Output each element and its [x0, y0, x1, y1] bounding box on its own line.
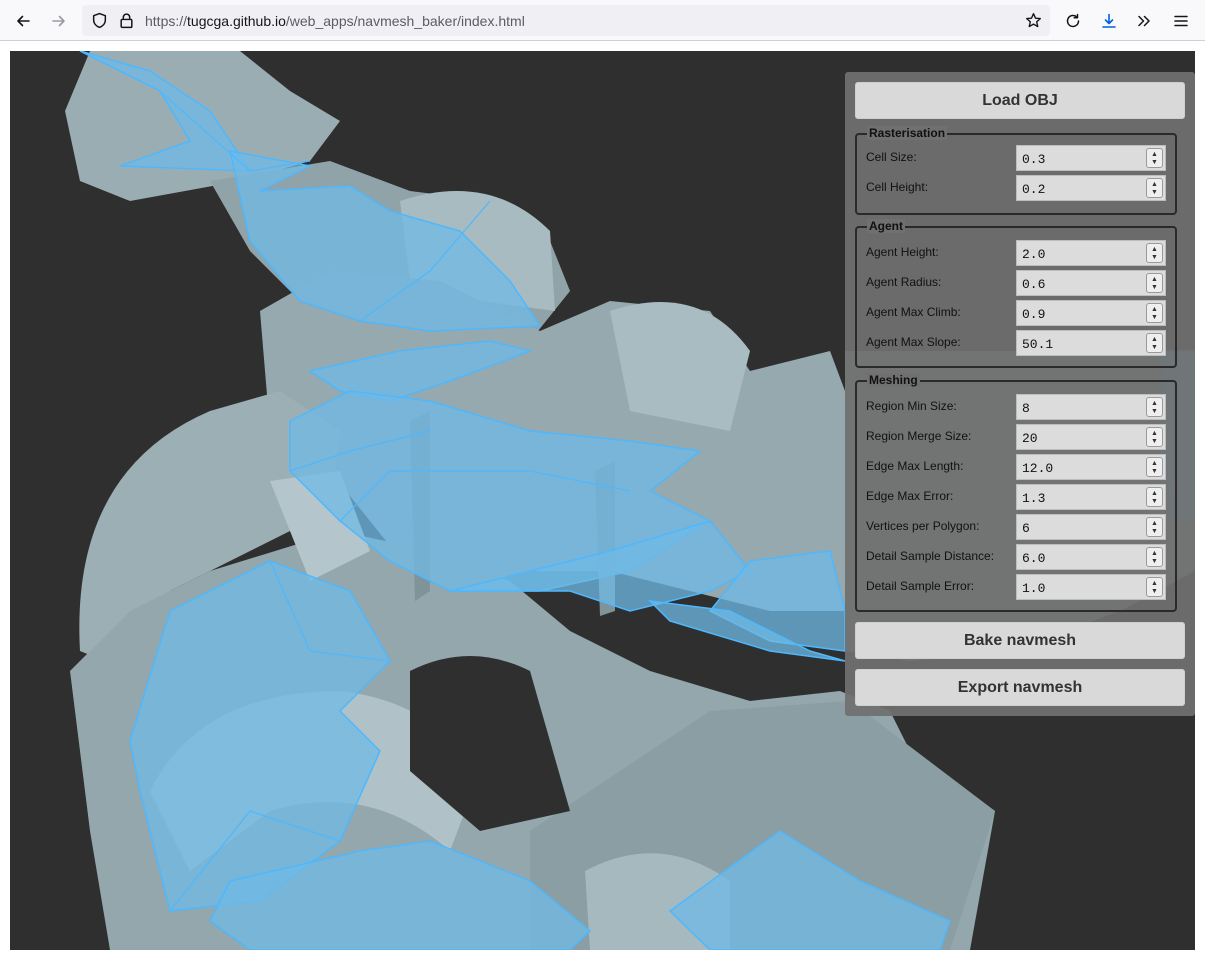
spinner-icon[interactable]: ▲ ▼	[1146, 427, 1163, 447]
edge-max-length-input[interactable]: 12.0 ▲ ▼	[1016, 454, 1166, 480]
detail-sample-error-row: Detail Sample Error: 1.0 ▲ ▼	[857, 574, 1175, 600]
field-label: Detail Sample Distance:	[866, 549, 995, 563]
field-label: Detail Sample Error:	[866, 579, 975, 593]
agent-radius-row: Agent Radius: 0.6 ▲ ▼	[857, 270, 1175, 296]
spinner-icon[interactable]: ▲ ▼	[1146, 333, 1163, 353]
agent-radius-input[interactable]: 0.6 ▲ ▼	[1016, 270, 1166, 296]
spinner-icon[interactable]: ▲ ▼	[1146, 243, 1163, 263]
field-value: 1.3	[1022, 491, 1046, 506]
back-arrow-icon[interactable]	[10, 8, 36, 34]
agent-max-climb-row: Agent Max Climb: 0.9 ▲ ▼	[857, 300, 1175, 326]
field-label: Edge Max Error:	[866, 489, 954, 503]
meshing-group: Meshing Region Min Size: 8 ▲ ▼ Region Merg…	[855, 373, 1177, 612]
field-value: 2.0	[1022, 247, 1046, 262]
overflow-chevrons-icon[interactable]	[1131, 8, 1157, 34]
field-value: 50.1	[1022, 337, 1054, 352]
field-value: 8	[1022, 401, 1030, 416]
reload-icon[interactable]	[1060, 8, 1086, 34]
spinner-icon[interactable]: ▲ ▼	[1146, 273, 1163, 293]
field-value: 1.0	[1022, 581, 1046, 596]
region-min-size-input[interactable]: 8 ▲ ▼	[1016, 394, 1166, 420]
3d-viewport-canvas[interactable]: Load OBJ Rasterisation Cell Size: 0.3 ▲ ▼ …	[10, 51, 1195, 950]
edge-max-length-row: Edge Max Length: 12.0 ▲ ▼	[857, 454, 1175, 480]
detail-sample-distance-input[interactable]: 6.0 ▲ ▼	[1016, 544, 1166, 570]
field-label: Cell Size:	[866, 150, 917, 164]
agent-group: Agent Agent Height: 2.0 ▲ ▼ Agent Radius: …	[855, 219, 1177, 368]
bake-navmesh-button[interactable]: Bake navmesh	[855, 622, 1185, 659]
agent-max-climb-input[interactable]: 0.9 ▲ ▼	[1016, 300, 1166, 326]
vertices-per-polygon-input[interactable]: 6 ▲ ▼	[1016, 514, 1166, 540]
agent-max-slope-row: Agent Max Slope: 50.1 ▲ ▼	[857, 330, 1175, 356]
edge-max-error-input[interactable]: 1.3 ▲ ▼	[1016, 484, 1166, 510]
url-prefix: https://	[145, 13, 188, 29]
cell-size-input[interactable]: 0.3 ▲ ▼	[1016, 145, 1166, 171]
field-value: 0.3	[1022, 152, 1046, 167]
rasterisation-title: Rasterisation	[867, 126, 948, 140]
field-label: Cell Height:	[866, 180, 929, 194]
field-value: 6.0	[1022, 551, 1046, 566]
field-label: Edge Max Length:	[866, 459, 964, 473]
url-bar[interactable]: https://tugcga.github.io/web_apps/navmes…	[82, 5, 1050, 36]
spinner-icon[interactable]: ▲ ▼	[1146, 303, 1163, 323]
agent-max-slope-input[interactable]: 50.1 ▲ ▼	[1016, 330, 1166, 356]
spinner-icon[interactable]: ▲ ▼	[1146, 397, 1163, 417]
spinner-icon[interactable]: ▲ ▼	[1146, 148, 1163, 168]
navmesh-settings-panel: Load OBJ Rasterisation Cell Size: 0.3 ▲ ▼ …	[845, 72, 1195, 716]
spinner-icon[interactable]: ▲ ▼	[1146, 457, 1163, 477]
page-viewport: Load OBJ Rasterisation Cell Size: 0.3 ▲ ▼ …	[0, 41, 1205, 960]
url-host: tugcga.github.io	[187, 13, 286, 29]
field-label: Agent Height:	[866, 245, 939, 259]
forward-arrow-icon[interactable]	[46, 8, 72, 34]
field-label: Agent Radius:	[866, 275, 942, 289]
edge-max-error-row: Edge Max Error: 1.3 ▲ ▼	[857, 484, 1175, 510]
region-min-size-row: Region Min Size: 8 ▲ ▼	[857, 394, 1175, 420]
field-label: Region Merge Size:	[866, 429, 972, 443]
lock-icon[interactable]	[118, 12, 135, 29]
spinner-icon[interactable]: ▲ ▼	[1146, 178, 1163, 198]
field-label: Region Min Size:	[866, 399, 957, 413]
browser-toolbar: https://tugcga.github.io/web_apps/navmes…	[0, 0, 1205, 41]
hamburger-menu-icon[interactable]	[1168, 8, 1194, 34]
star-icon[interactable]	[1025, 12, 1042, 29]
spinner-icon[interactable]: ▲ ▼	[1146, 547, 1163, 567]
cell-height-row: Cell Height: 0.2 ▲ ▼	[857, 175, 1175, 201]
field-value: 0.9	[1022, 307, 1046, 322]
agent-height-input[interactable]: 2.0 ▲ ▼	[1016, 240, 1166, 266]
url-text[interactable]: https://tugcga.github.io/web_apps/navmes…	[145, 13, 525, 29]
shield-icon[interactable]	[91, 12, 108, 29]
agent-height-row: Agent Height: 2.0 ▲ ▼	[857, 240, 1175, 266]
region-merge-size-row: Region Merge Size: 20 ▲ ▼	[857, 424, 1175, 450]
download-icon[interactable]	[1096, 8, 1122, 34]
field-value: 6	[1022, 521, 1030, 536]
region-merge-size-input[interactable]: 20 ▲ ▼	[1016, 424, 1166, 450]
field-value: 0.6	[1022, 277, 1046, 292]
export-navmesh-button[interactable]: Export navmesh	[855, 669, 1185, 706]
load-obj-button[interactable]: Load OBJ	[855, 82, 1185, 119]
spinner-icon[interactable]: ▲ ▼	[1146, 517, 1163, 537]
cell-height-input[interactable]: 0.2 ▲ ▼	[1016, 175, 1166, 201]
detail-sample-distance-row: Detail Sample Distance: 6.0 ▲ ▼	[857, 544, 1175, 570]
field-label: Agent Max Climb:	[866, 305, 961, 319]
cell-size-row: Cell Size: 0.3 ▲ ▼	[857, 145, 1175, 171]
field-label: Agent Max Slope:	[866, 335, 961, 349]
vertices-per-polygon-row: Vertices per Polygon: 6 ▲ ▼	[857, 514, 1175, 540]
rasterisation-group: Rasterisation Cell Size: 0.3 ▲ ▼ Cell Heig…	[855, 126, 1177, 215]
agent-title: Agent	[867, 219, 905, 233]
field-label: Vertices per Polygon:	[866, 519, 980, 533]
spinner-icon[interactable]: ▲ ▼	[1146, 577, 1163, 597]
meshing-title: Meshing	[867, 373, 920, 387]
field-value: 12.0	[1022, 461, 1054, 476]
field-value: 20	[1022, 431, 1038, 446]
url-path: /web_apps/navmesh_baker/index.html	[285, 13, 525, 29]
spinner-icon[interactable]: ▲ ▼	[1146, 487, 1163, 507]
field-value: 0.2	[1022, 182, 1046, 197]
detail-sample-error-input[interactable]: 1.0 ▲ ▼	[1016, 574, 1166, 600]
